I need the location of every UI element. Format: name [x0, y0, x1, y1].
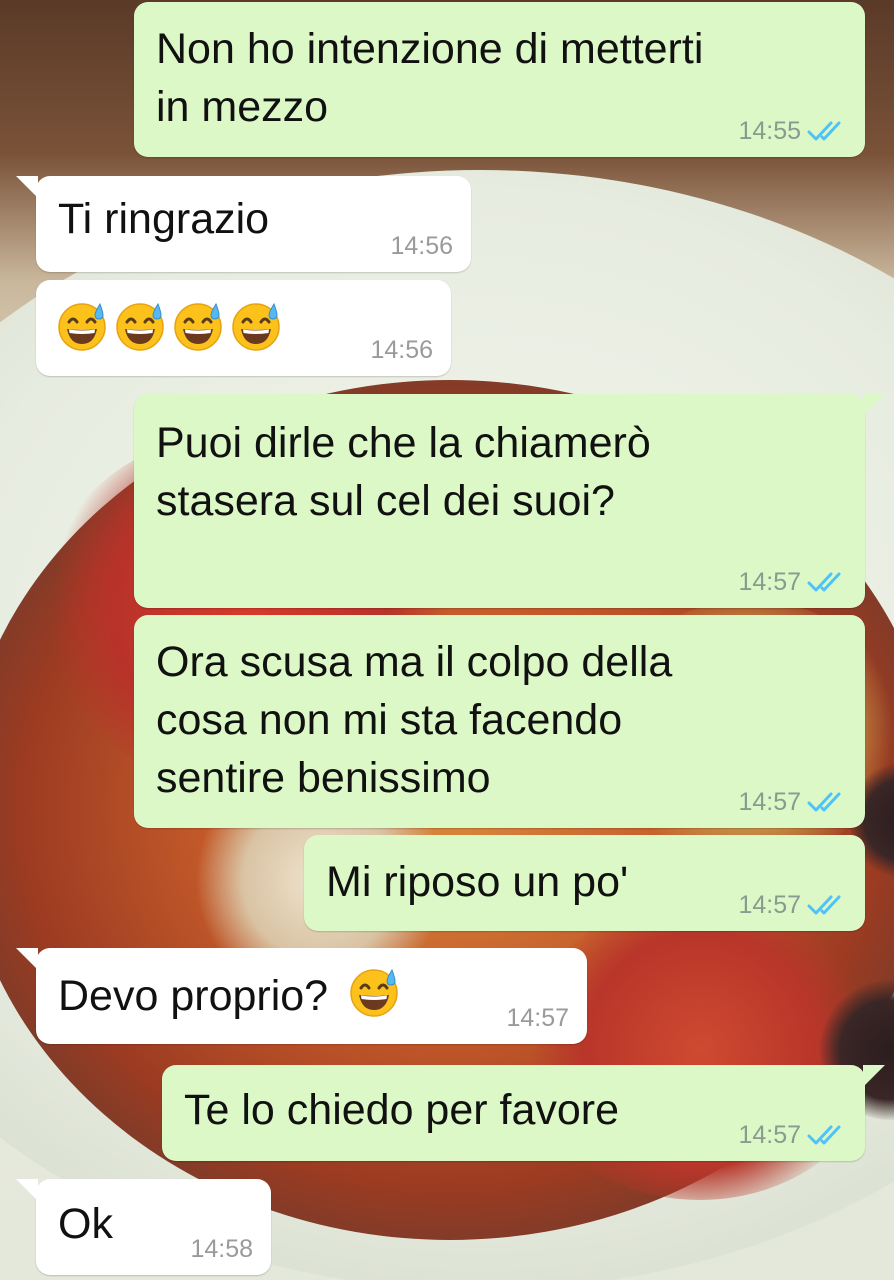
message-bubble-incoming[interactable]: Ok 14:58 [16, 1179, 271, 1275]
message-text: Puoi dirle che la chiamerò stasera sul c… [156, 419, 651, 525]
grinning-face-with-sweat-emoji [348, 966, 400, 1018]
message-time: 14:57 [738, 891, 801, 919]
message-meta: 14:57 [506, 1004, 569, 1032]
double-check-icon [807, 894, 847, 916]
message-meta: 14:56 [370, 336, 433, 364]
message-bubble-outgoing[interactable]: Non ho intenzione di metterti in mezzo 1… [134, 2, 865, 157]
message-text: Ti ringrazio [58, 195, 270, 243]
message-time: 14:56 [390, 232, 453, 260]
message-text: Mi riposo un po' [326, 858, 629, 906]
message-text: Ok [58, 1200, 113, 1248]
message-meta: 14:55 [738, 117, 847, 145]
grinning-face-with-sweat-emoji [172, 300, 224, 352]
message-bubble-outgoing[interactable]: Ora scusa ma il colpo della cosa non mi … [134, 615, 865, 828]
message-meta: 14:56 [390, 232, 453, 260]
message-bubble-incoming[interactable]: Ti ringrazio 14:56 [16, 176, 471, 272]
grinning-face-with-sweat-emoji [114, 300, 166, 352]
message-time: 14:57 [738, 788, 801, 816]
message-time: 14:55 [738, 117, 801, 145]
double-check-icon [807, 1124, 847, 1146]
grinning-face-with-sweat-emoji [56, 300, 108, 352]
message-time: 14:57 [738, 568, 801, 596]
message-time: 14:57 [506, 1004, 569, 1032]
message-emoji-row [56, 300, 288, 359]
message-time: 14:58 [190, 1235, 253, 1263]
double-check-icon [807, 120, 847, 142]
message-meta: 14:57 [738, 788, 847, 816]
message-time: 14:56 [370, 336, 433, 364]
message-text: Non ho intenzione di metterti in mezzo [156, 25, 704, 131]
double-check-icon [807, 791, 847, 813]
message-meta: 14:57 [738, 1121, 847, 1149]
message-meta: 14:57 [738, 891, 847, 919]
message-meta: 14:58 [190, 1235, 253, 1263]
message-text: Devo proprio? [58, 966, 406, 1025]
message-meta: 14:57 [738, 568, 847, 596]
message-bubble-outgoing[interactable]: Puoi dirle che la chiamerò stasera sul c… [134, 394, 885, 608]
double-check-icon [807, 571, 847, 593]
message-text: Ora scusa ma il colpo della cosa non mi … [156, 638, 673, 802]
message-bubble-outgoing[interactable]: Mi riposo un po' 14:57 [304, 835, 865, 931]
message-bubble-incoming[interactable]: Devo proprio? 14:57 [16, 948, 587, 1044]
message-bubble-incoming[interactable]: 14:56 [36, 280, 451, 376]
message-bubble-outgoing[interactable]: Te lo chiedo per favore 14:57 [162, 1065, 885, 1161]
message-time: 14:57 [738, 1121, 801, 1149]
grinning-face-with-sweat-emoji [230, 300, 282, 352]
message-text: Te lo chiedo per favore [184, 1086, 620, 1134]
